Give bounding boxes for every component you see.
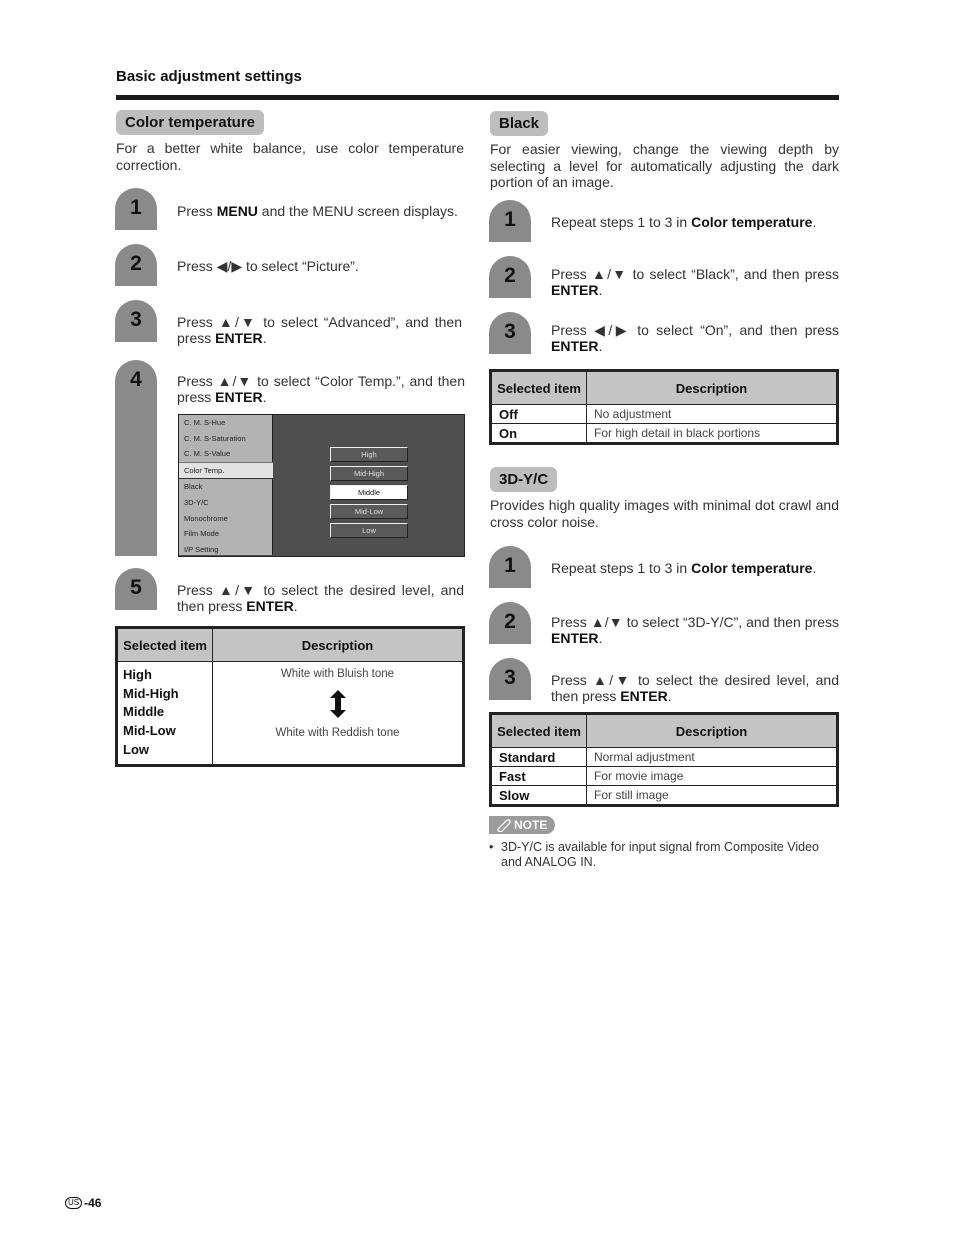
table-row: Slow For still image: [490, 785, 838, 806]
desc-top: White with Bluish tone: [280, 668, 395, 680]
step-3-text: Press ▲/▼ to select “Advanced”, and then…: [177, 314, 462, 346]
yc3d-heading: 3D-Y/C: [490, 467, 558, 492]
step-number-badge: 3: [489, 312, 531, 354]
table-item: Mid-Low: [123, 723, 176, 739]
table-desc: Normal adjustment: [586, 747, 838, 767]
table-item-list: High Mid-High Middle Mid-Low Low: [116, 661, 213, 766]
step-number-badge: 1: [489, 200, 531, 242]
menu-item[interactable]: 3D-Y/C: [179, 495, 272, 511]
black-intro: For easier viewing, change the viewing d…: [490, 141, 839, 190]
table-item: Slow: [490, 785, 587, 806]
black-title: Black: [490, 111, 549, 136]
table-item: Middle: [123, 704, 165, 720]
table-item: High: [123, 667, 152, 682]
yc3d-step-2-text: Press ▲/▼ to select “3D-Y/C”, and then p…: [551, 614, 839, 646]
menu-item[interactable]: Black: [179, 479, 272, 495]
table-item: Fast: [490, 766, 587, 786]
yc3d-title: 3D-Y/C: [490, 467, 558, 492]
note-text: 3D-Y/C is available for input signal fro…: [501, 840, 819, 869]
step-2-text: Press ◀/▶ to select “Picture”.: [177, 258, 359, 274]
menu-item[interactable]: C. M. S-Hue: [179, 415, 272, 431]
table-desc: For high detail in black portions: [586, 423, 838, 444]
up-down-arrow-icon: [218, 682, 457, 725]
option-button[interactable]: High: [330, 447, 408, 462]
option-button[interactable]: Low: [330, 523, 408, 538]
page-footer: US -46: [65, 1196, 101, 1210]
step-number-badge: 3: [489, 658, 531, 700]
table-desc: For still image: [586, 785, 838, 806]
menu-item[interactable]: I/P Setting: [179, 542, 272, 558]
header-rule: [116, 95, 839, 100]
color-temp-table: Selected item Description High Mid-High …: [115, 626, 465, 767]
note-badge: NOTE: [489, 816, 556, 837]
table-item: Mid-High: [123, 685, 179, 701]
table-header: Description: [586, 713, 838, 748]
step-number-badge: 2: [489, 256, 531, 298]
yc3d-step-3-text: Press ▲/▼ to select the desired level, a…: [551, 672, 839, 704]
color-temp-heading: Color temperature: [116, 110, 265, 135]
step-number-badge: 5: [115, 568, 157, 610]
table-desc: For movie image: [586, 766, 838, 786]
table-row: Fast For movie image: [490, 766, 838, 786]
black-step-2-text: Press ▲/▼ to select “Black”, and then pr…: [551, 266, 839, 298]
paperclip-icon: [497, 819, 511, 832]
note-item: • 3D-Y/C is available for input signal f…: [489, 840, 839, 870]
table-row: Standard Normal adjustment: [490, 747, 838, 767]
menu-item-selected[interactable]: Color Temp.: [179, 461, 273, 480]
black-step-1-text: Repeat steps 1 to 3 in Color temperature…: [551, 214, 817, 230]
option-button-selected[interactable]: Middle: [330, 485, 408, 500]
table-item: Low: [123, 741, 149, 757]
color-temp-title: Color temperature: [116, 110, 265, 135]
yc3d-intro: Provides high quality images with minima…: [490, 497, 839, 530]
menu-item[interactable]: C. M. S-Saturation: [179, 431, 272, 447]
step-4-text: Press ▲/▼ to select “Color Temp.”, and t…: [177, 373, 465, 405]
yc3d-table: Selected item Description Standard Norma…: [489, 712, 839, 807]
table-header: Selected item: [490, 370, 587, 405]
step-number-badge: 2: [115, 244, 157, 286]
table-row: On For high detail in black portions: [490, 423, 838, 444]
tv-menu-screen: C. M. S-Hue C. M. S-Saturation C. M. S-V…: [178, 414, 465, 557]
yc3d-step-1-text: Repeat steps 1 to 3 in Color temperature…: [551, 560, 817, 576]
desc-bottom: White with Reddish tone: [275, 727, 400, 739]
bullet-icon: •: [489, 840, 494, 854]
menu-item-list: C. M. S-Hue C. M. S-Saturation C. M. S-V…: [179, 415, 273, 555]
table-desc: No adjustment: [586, 404, 838, 424]
step-number-badge: 1: [115, 188, 157, 230]
menu-item[interactable]: Film Mode: [179, 526, 272, 542]
table-header: Selected item: [116, 627, 213, 662]
table-header: Selected item: [490, 713, 587, 748]
step-5-text: Press ▲/▼ to select the desired level, a…: [177, 582, 464, 614]
table-item: Off: [490, 404, 587, 424]
table-item: On: [490, 423, 587, 444]
color-temp-intro: For a better white balance, use color te…: [116, 140, 464, 173]
table-item: Standard: [490, 747, 587, 767]
table-row: Off No adjustment: [490, 404, 838, 424]
menu-item[interactable]: Monochrome: [179, 511, 272, 527]
table-description: White with Bluish tone White with Reddis…: [212, 661, 464, 766]
region-badge: US: [65, 1197, 83, 1209]
table-header: Description: [212, 627, 464, 662]
black-table: Selected item Description Off No adjustm…: [489, 369, 839, 445]
table-header: Description: [586, 370, 838, 405]
step-number-badge: 1: [489, 546, 531, 588]
step-number-badge: 2: [489, 602, 531, 644]
step-number-badge: 3: [115, 300, 157, 342]
note-label: NOTE: [514, 818, 548, 832]
option-button[interactable]: Mid-Low: [330, 504, 408, 519]
option-button[interactable]: Mid-High: [330, 466, 408, 481]
black-step-3-text: Press ◀/▶ to select “On”, and then press…: [551, 322, 839, 354]
section-title: Basic adjustment settings: [116, 68, 302, 85]
step-number-badge: 4: [115, 360, 157, 556]
black-heading: Black: [490, 111, 549, 136]
page-number: -46: [84, 1196, 102, 1210]
menu-item[interactable]: C. M. S-Value: [179, 446, 272, 462]
step-1-text: Press MENU and the MENU screen displays.: [177, 203, 458, 219]
